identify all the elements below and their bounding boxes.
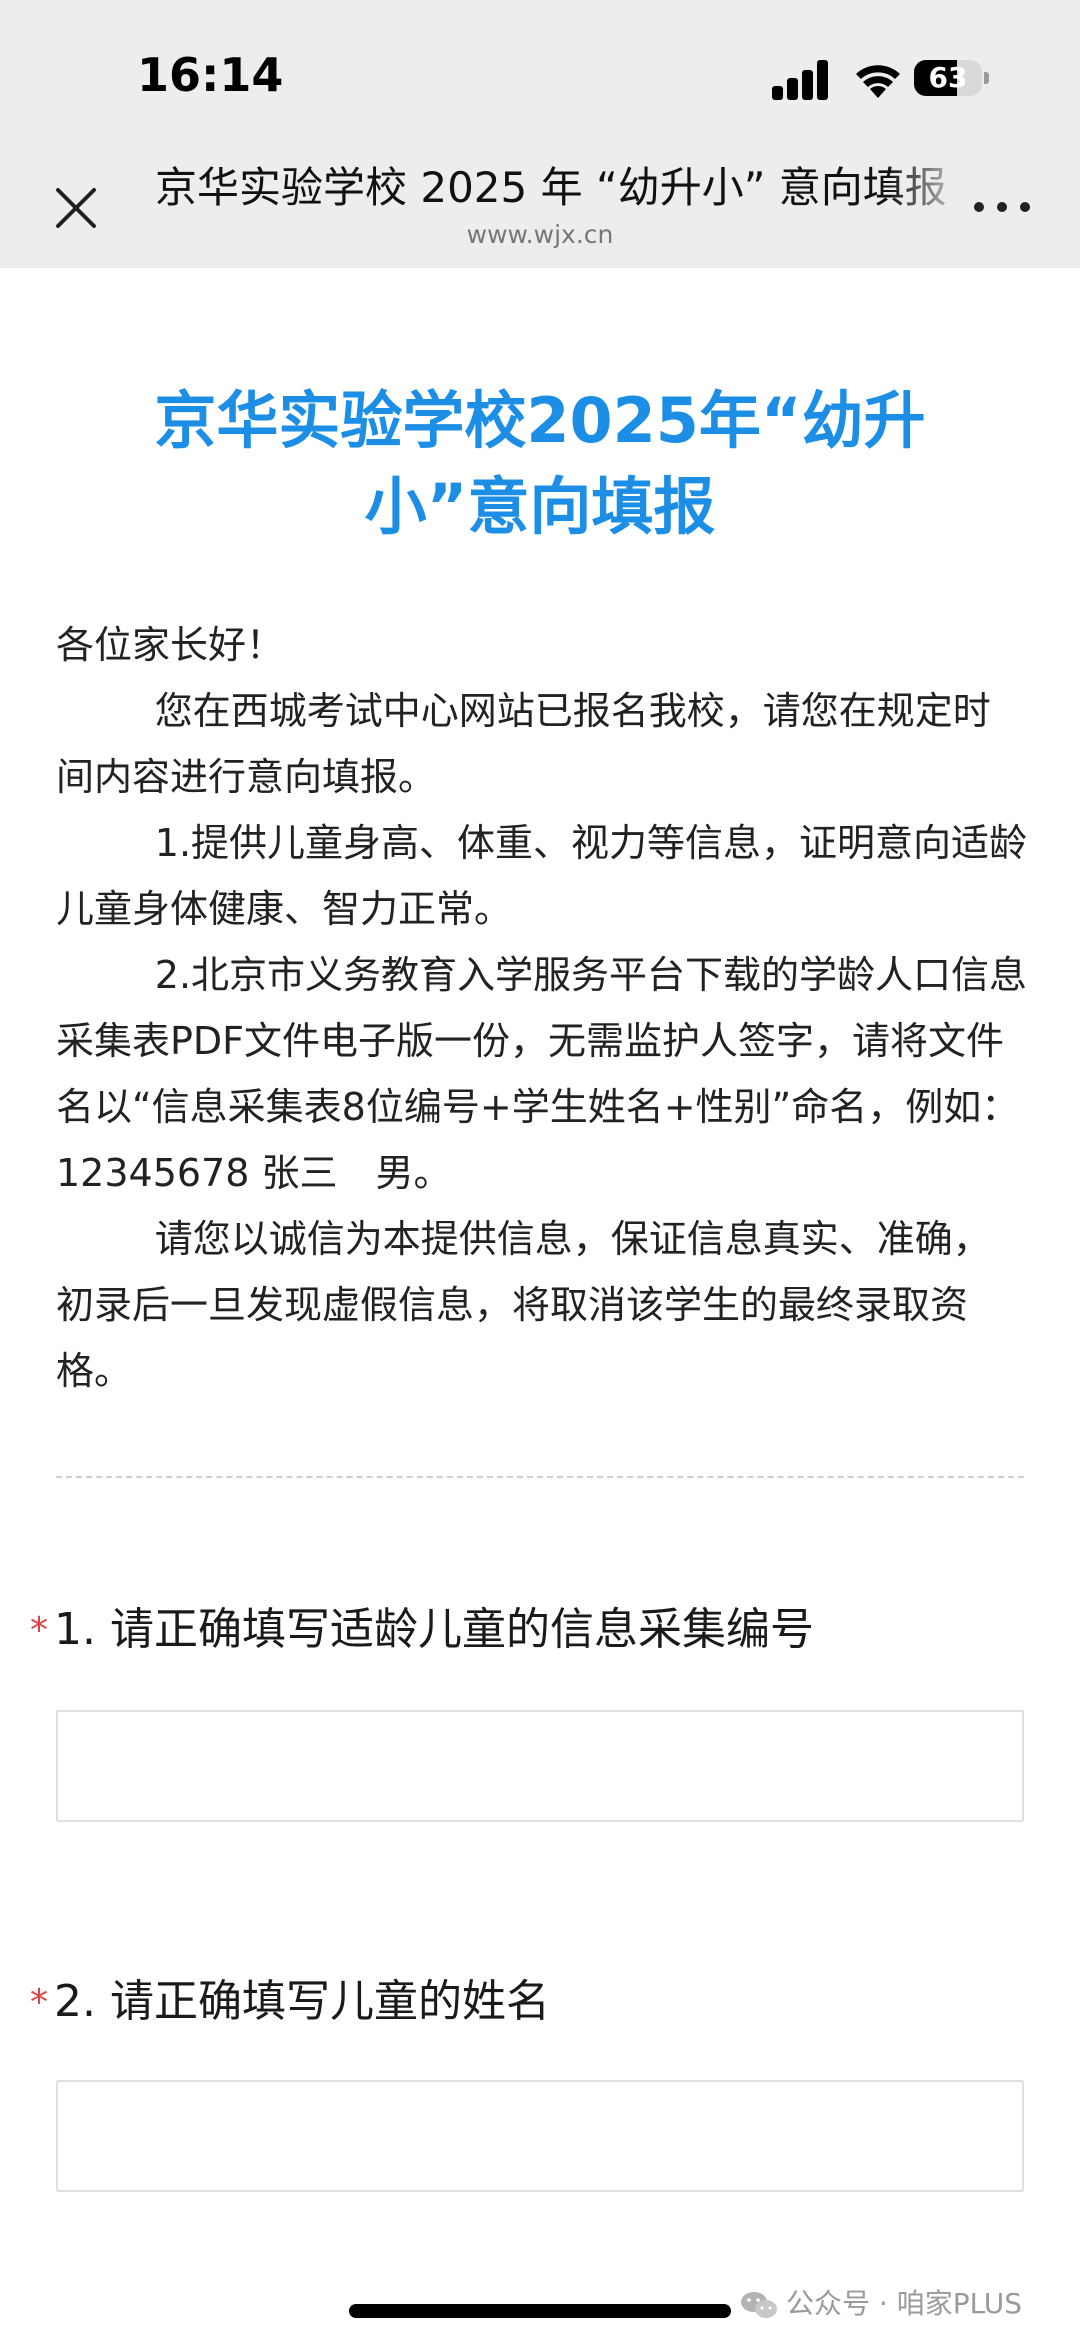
- signal-icon: [772, 60, 828, 100]
- intro-greeting: 各位家长好！: [56, 623, 285, 667]
- watermark: 公众号 · 咱家PLUS: [740, 2280, 1022, 2328]
- form-title-line-2: 小”意向填报: [364, 470, 716, 543]
- form-title: 京华实验学校2025年“幼升 小”意向填报: [100, 378, 980, 550]
- required-mark: *: [30, 1982, 48, 2023]
- status-icons: 63: [772, 58, 992, 102]
- form-title-line-1: 京华实验学校2025年“幼升: [154, 384, 926, 457]
- wechat-icon: [741, 2292, 777, 2318]
- question-2-text: 2. 请正确填写儿童的姓名: [54, 1976, 550, 2027]
- status-time: 16:14: [137, 48, 284, 102]
- question-1-text: 1. 请正确填写适龄儿童的信息采集编号: [54, 1604, 814, 1655]
- section-divider: [56, 1476, 1024, 1478]
- nav-title: 京华实验学校 2025 年 “幼升小” 意向填报: [155, 163, 947, 212]
- nav-domain: www.wjx.cn: [466, 220, 614, 249]
- wifi-icon: [856, 65, 900, 98]
- intro-paragraph-2: 1.提供儿童身高、体重、视力等信息，证明意向适龄儿童身体健康、智力正常。: [56, 821, 1028, 931]
- more-icon[interactable]: [972, 190, 1032, 220]
- intro-paragraph-1: 您在西城考试中心网站已报名我校，请您在规定时间内容进行意向填报。: [56, 689, 991, 799]
- question-1-label: * 1. 请正确填写适龄儿童的信息采集编号: [30, 1600, 1030, 1663]
- battery-tip: [984, 72, 989, 84]
- form-intro: 各位家长好！ 您在西城考试中心网站已报名我校，请您在规定时间内容进行意向填报。 …: [56, 612, 1028, 1404]
- battery-level: 63: [928, 61, 968, 94]
- top-header: 16:14 63 京华实验学校 2025 年 “幼升小” 意向填报 www.wj…: [0, 0, 1080, 268]
- child-info-id-input[interactable]: [56, 1710, 1024, 1822]
- required-mark: *: [30, 1610, 48, 1651]
- watermark-text: 公众号 · 咱家PLUS: [786, 2287, 1023, 2320]
- intro-paragraph-4: 请您以诚信为本提供信息，保证信息真实、准确，初录后一旦发现虚假信息，将取消该学生…: [56, 1217, 991, 1393]
- intro-paragraph-3: 2.北京市义务教育入学服务平台下载的学龄人口信息采集表PDF文件电子版一份，无需…: [56, 953, 1028, 1195]
- question-2-label: * 2. 请正确填写儿童的姓名: [30, 1972, 1030, 2035]
- child-name-input[interactable]: [56, 2080, 1024, 2192]
- battery-icon: 63: [914, 60, 982, 96]
- home-indicator[interactable]: [349, 2304, 731, 2318]
